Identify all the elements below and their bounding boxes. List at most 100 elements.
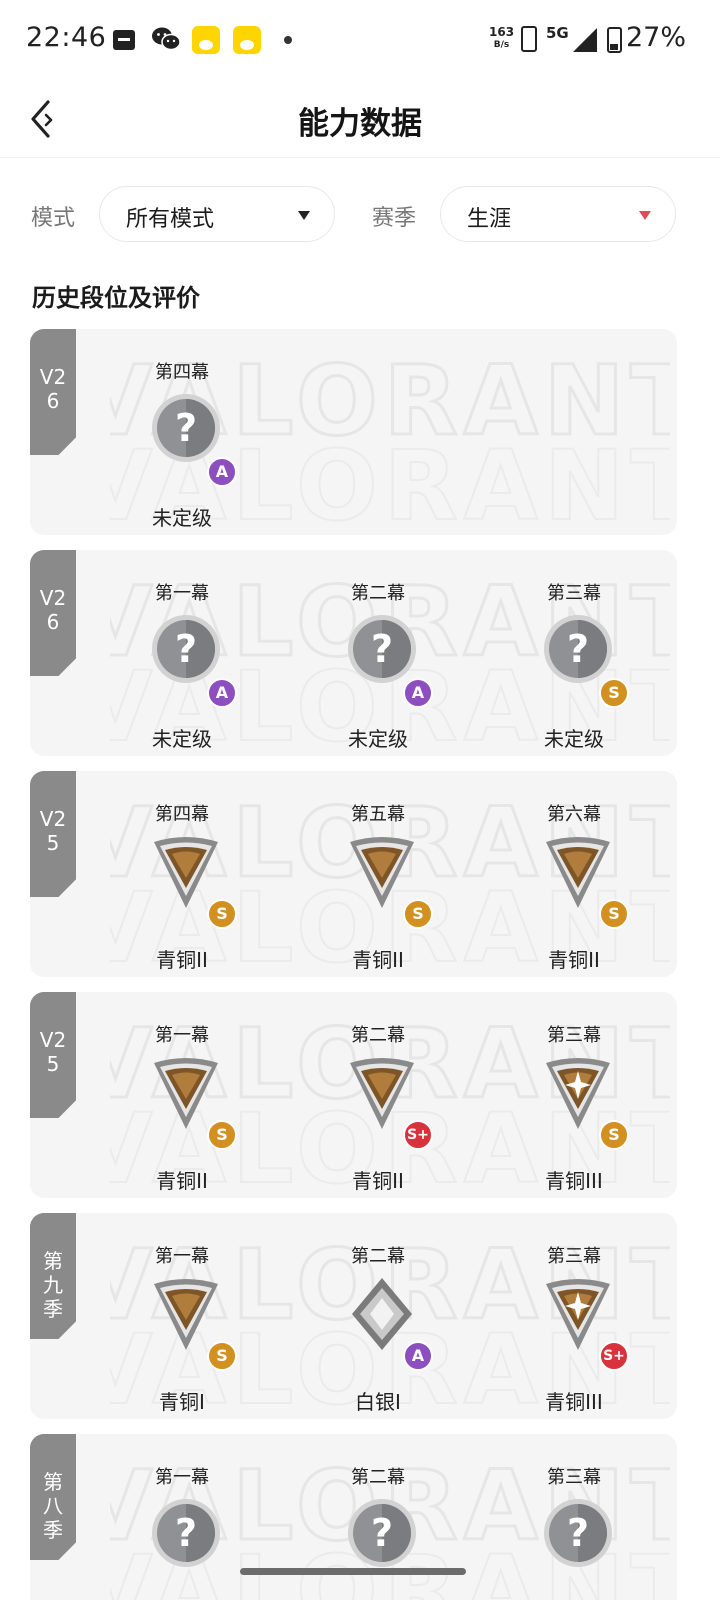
- season-card: VALORANTVALORANTV26第一幕?A未定级第二幕?A未定级第三幕?S…: [30, 550, 677, 756]
- grade-badge: A: [207, 678, 237, 708]
- app-icon: [233, 26, 261, 54]
- season-tab: V25: [30, 992, 76, 1118]
- message-icon: [113, 30, 135, 50]
- bronze-icon: [346, 834, 418, 910]
- season-value: 生涯: [467, 207, 512, 232]
- unranked-icon: ?: [150, 1497, 222, 1573]
- act-label: 第六幕: [547, 804, 601, 825]
- grade-badge: A: [403, 1341, 433, 1371]
- net-speed: 163 B/s: [489, 26, 514, 52]
- act-rank-item[interactable]: 第一幕?: [107, 1460, 257, 1600]
- bronze-icon: [150, 1276, 222, 1352]
- svg-text:?: ?: [175, 1511, 197, 1555]
- act-label: 第五幕: [351, 804, 405, 825]
- act-rank-item[interactable]: 第一幕 S 青铜I: [107, 1239, 257, 1414]
- act-rank-item[interactable]: 第四幕? A 未定级: [107, 355, 257, 530]
- season-label: V25: [39, 1028, 67, 1076]
- act-label: 第四幕: [155, 804, 209, 825]
- season-tab: 第八季: [30, 1434, 76, 1560]
- rank-label: 未定级: [152, 506, 212, 530]
- rank-label: 青铜II: [156, 948, 208, 972]
- bronze-star-icon: [542, 1276, 614, 1352]
- battery-icon: [607, 27, 622, 53]
- act-label: 第一幕: [155, 1467, 209, 1488]
- season-label: 第八季: [43, 1470, 63, 1542]
- network-type: 5G: [546, 24, 569, 42]
- act-rank-item[interactable]: 第六幕 S 青铜II: [499, 797, 649, 972]
- act-rank-item[interactable]: 第一幕 S 青铜II: [107, 1018, 257, 1193]
- act-rank-item[interactable]: 第二幕 S+ 青铜II: [303, 1018, 453, 1193]
- season-tab: V25: [30, 771, 76, 897]
- net-speed-unit: B/s: [493, 40, 510, 50]
- rank-label: 青铜II: [548, 948, 600, 972]
- season-label: 赛季: [372, 206, 417, 231]
- act-rank-item[interactable]: 第二幕? A 未定级: [303, 576, 453, 751]
- unranked-icon: ?: [150, 392, 222, 468]
- silver-icon: [346, 1276, 418, 1352]
- mode-label: 模式: [31, 206, 76, 231]
- svg-text:?: ?: [175, 627, 197, 671]
- chevron-down-icon: [639, 211, 651, 220]
- status-bar: 22:46 163 B/s 5G 27%: [0, 0, 720, 80]
- mode-value: 所有模式: [126, 207, 215, 232]
- home-indicator[interactable]: [240, 1568, 466, 1575]
- rank-label: 青铜III: [545, 1169, 603, 1193]
- grade-badge: S: [599, 899, 629, 929]
- season-tab: V26: [30, 550, 76, 676]
- app-icon: [192, 26, 220, 54]
- act-label: 第三幕: [547, 583, 601, 604]
- status-time: 22:46: [26, 22, 107, 53]
- act-label: 第一幕: [155, 1246, 209, 1267]
- season-tab: 第九季: [30, 1213, 76, 1339]
- wechat-icon: [152, 27, 181, 51]
- rank-label: 未定级: [348, 727, 408, 751]
- svg-text:?: ?: [371, 1511, 393, 1555]
- svg-text:?: ?: [567, 1511, 589, 1555]
- vibrate-icon: [521, 26, 537, 52]
- svg-text:?: ?: [175, 406, 197, 450]
- rank-label: 白银I: [355, 1390, 401, 1414]
- act-rank-item[interactable]: 第三幕 S+ 青铜III: [499, 1239, 649, 1414]
- svg-text:?: ?: [567, 627, 589, 671]
- bronze-icon: [150, 1055, 222, 1131]
- section-title: 历史段位及评价: [32, 284, 200, 312]
- act-rank-item[interactable]: 第二幕?: [303, 1460, 453, 1600]
- rank-history-list: VALORANTVALORANTV26第四幕?A未定级VALORANTVALOR…: [30, 329, 678, 1600]
- bronze-star-icon: [542, 1055, 614, 1131]
- chevron-down-icon: [298, 211, 310, 220]
- grade-badge: A: [403, 678, 433, 708]
- act-rank-item[interactable]: 第二幕 A 白银I: [303, 1239, 453, 1414]
- act-label: 第二幕: [351, 1467, 405, 1488]
- unranked-icon: ?: [346, 613, 418, 689]
- grade-badge: S+: [599, 1341, 629, 1371]
- rank-label: 未定级: [152, 727, 212, 751]
- grade-badge: S: [207, 1120, 237, 1150]
- act-label: 第三幕: [547, 1246, 601, 1267]
- act-rank-item[interactable]: 第三幕? S 未定级: [499, 576, 649, 751]
- battery-percent: 27%: [626, 22, 687, 53]
- unranked-icon: ?: [542, 1497, 614, 1573]
- act-rank-item[interactable]: 第三幕?: [499, 1460, 649, 1600]
- season-card: VALORANTVALORANTV25第四幕S青铜II第五幕S青铜II第六幕S青…: [30, 771, 677, 977]
- bronze-icon: [542, 834, 614, 910]
- act-rank-item[interactable]: 第四幕 S 青铜II: [107, 797, 257, 972]
- act-label: 第一幕: [155, 583, 209, 604]
- act-rank-item[interactable]: 第三幕 S 青铜III: [499, 1018, 649, 1193]
- season-dropdown[interactable]: 生涯: [440, 186, 676, 242]
- unranked-icon: ?: [346, 1497, 418, 1573]
- act-label: 第二幕: [351, 1246, 405, 1267]
- act-rank-item[interactable]: 第五幕 S 青铜II: [303, 797, 453, 972]
- rank-label: 青铜II: [156, 1169, 208, 1193]
- rank-label: 青铜II: [352, 1169, 404, 1193]
- season-label: V25: [39, 807, 67, 855]
- act-label: 第三幕: [547, 1025, 601, 1046]
- mode-dropdown[interactable]: 所有模式: [99, 186, 335, 242]
- season-label: 第九季: [43, 1249, 63, 1321]
- act-label: 第一幕: [155, 1025, 209, 1046]
- act-rank-item[interactable]: 第一幕? A 未定级: [107, 576, 257, 751]
- season-card: VALORANTVALORANT第八季第一幕?第二幕?第三幕?: [30, 1434, 677, 1600]
- season-card: VALORANTVALORANT第九季第一幕S青铜I第二幕A白银I第三幕S+青铜…: [30, 1213, 677, 1419]
- rank-label: 未定级: [544, 727, 604, 751]
- season-card: VALORANTVALORANTV26第四幕?A未定级: [30, 329, 677, 535]
- rank-label: 青铜II: [352, 948, 404, 972]
